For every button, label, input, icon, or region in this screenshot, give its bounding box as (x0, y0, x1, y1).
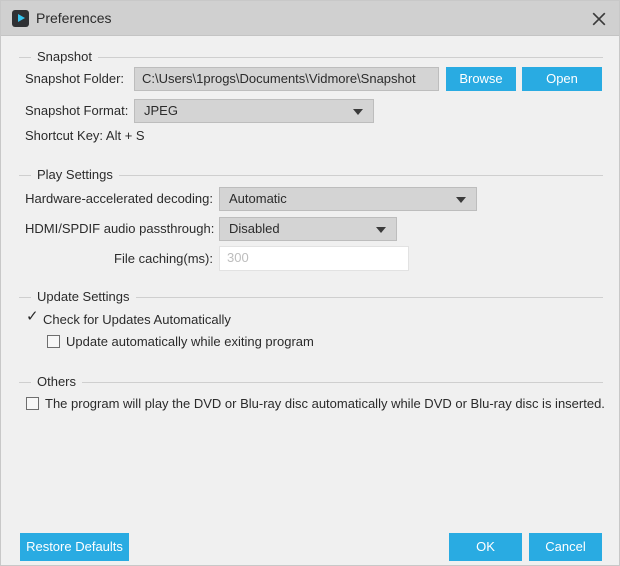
file-caching-label: File caching(ms): (25, 251, 213, 266)
open-button[interactable]: Open (522, 67, 602, 91)
snapshot-format-label: Snapshot Format: (25, 103, 128, 118)
chevron-down-icon (376, 227, 386, 233)
window-title: Preferences (36, 10, 111, 26)
shortcut-key-label: Shortcut Key: Alt + S (25, 128, 145, 143)
ok-button[interactable]: OK (449, 533, 522, 561)
autoplay-disc-label: The program will play the DVD or Blu-ray… (45, 396, 605, 411)
snapshot-group-title: Snapshot (31, 49, 98, 64)
chevron-down-icon (353, 109, 363, 115)
checkbox-box-icon (47, 335, 60, 348)
checkmark-icon: ✓ (26, 310, 40, 324)
play-logo-icon (12, 10, 29, 27)
hardware-decoding-label: Hardware-accelerated decoding: (25, 191, 213, 206)
update-settings-group-title: Update Settings (31, 289, 136, 304)
others-group-title: Others (31, 374, 82, 389)
update-on-exit-label: Update automatically while exiting progr… (66, 334, 314, 349)
snapshot-format-select[interactable]: JPEG (134, 99, 374, 123)
browse-button[interactable]: Browse (446, 67, 516, 91)
hardware-decoding-select[interactable]: Automatic (219, 187, 477, 211)
audio-passthrough-value: Disabled (229, 221, 280, 236)
cancel-button[interactable]: Cancel (529, 533, 602, 561)
close-icon[interactable] (583, 5, 615, 32)
checkbox-box-icon (26, 397, 39, 410)
audio-passthrough-label: HDMI/SPDIF audio passthrough: (25, 221, 213, 236)
restore-defaults-button[interactable]: Restore Defaults (20, 533, 129, 561)
snapshot-folder-input[interactable]: C:\Users\1progs\Documents\Vidmore\Snapsh… (134, 67, 439, 91)
titlebar: Preferences (1, 1, 620, 36)
check-updates-label: Check for Updates Automatically (43, 312, 231, 327)
snapshot-folder-label: Snapshot Folder: (25, 71, 124, 86)
preferences-dialog: Preferences Snapshot Snapshot Folder: C:… (0, 0, 620, 566)
play-settings-group-title: Play Settings (31, 167, 119, 182)
hardware-decoding-value: Automatic (229, 191, 287, 206)
audio-passthrough-select[interactable]: Disabled (219, 217, 397, 241)
chevron-down-icon (456, 197, 466, 203)
snapshot-format-value: JPEG (144, 103, 178, 118)
file-caching-input[interactable]: 300 (219, 246, 409, 271)
